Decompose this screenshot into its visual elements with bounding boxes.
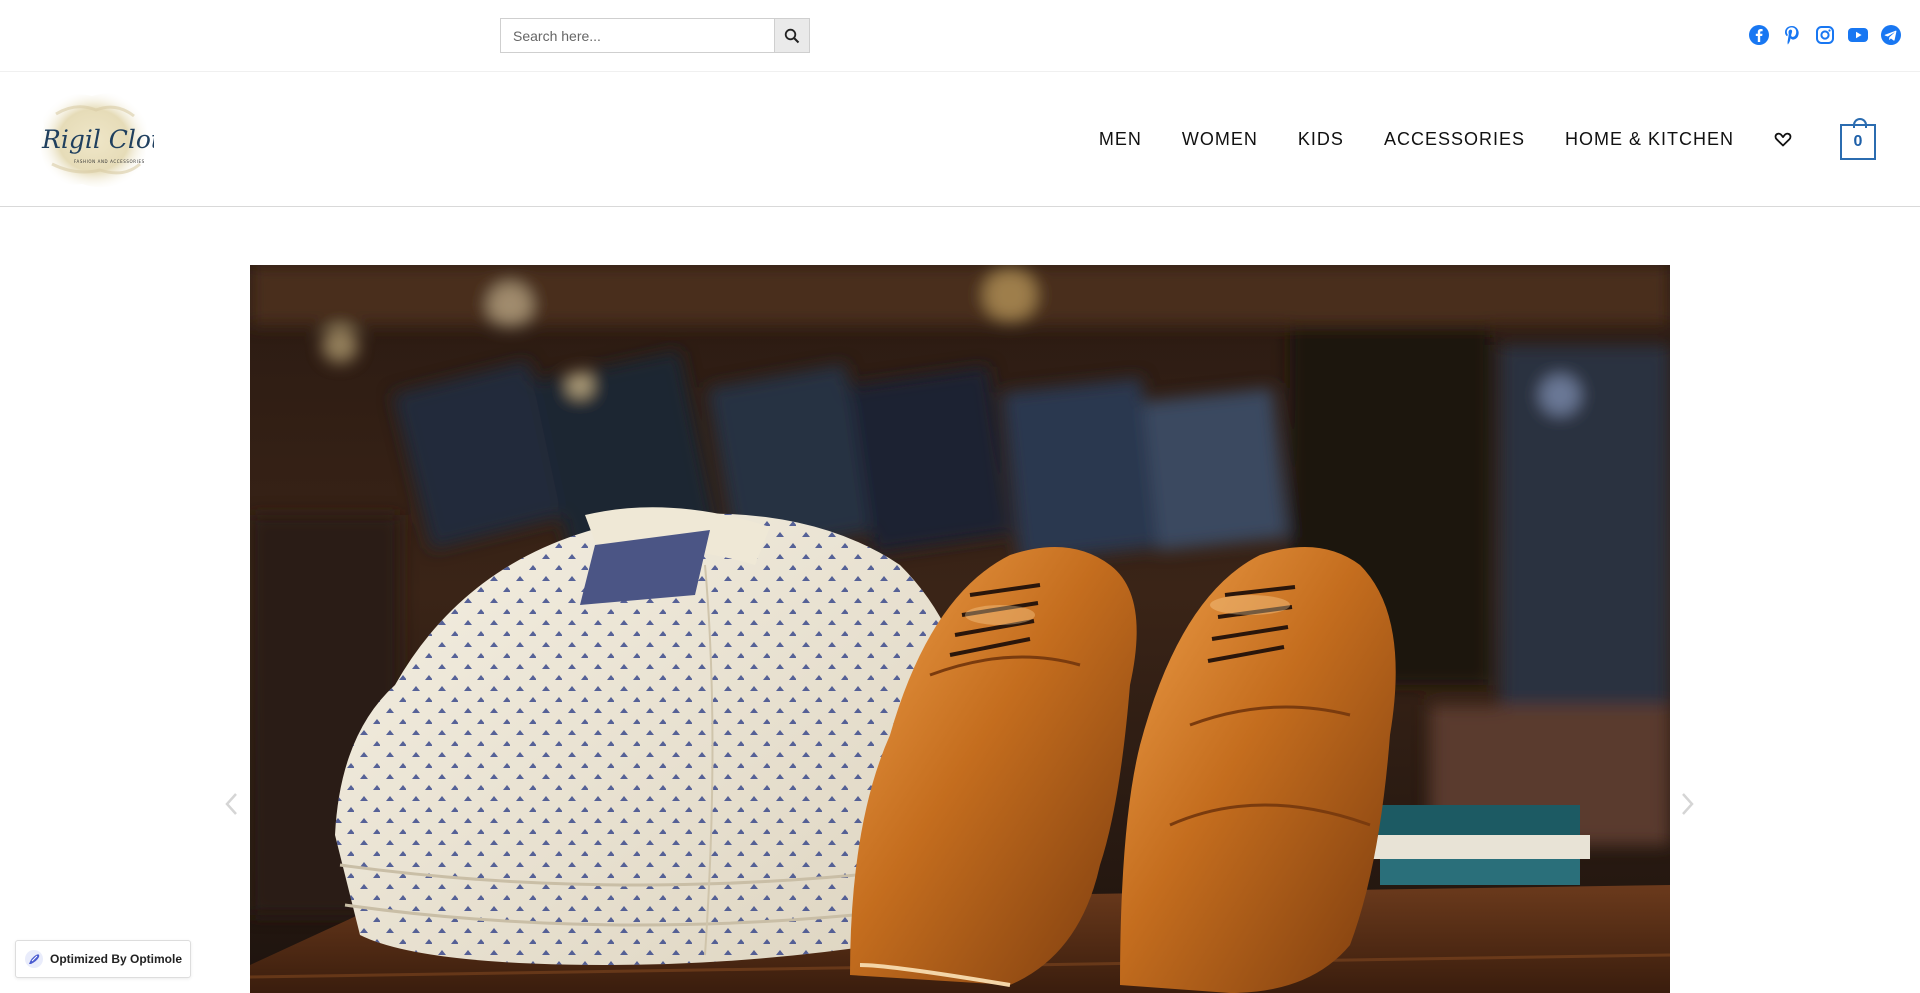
chevron-left-icon bbox=[225, 793, 237, 815]
slider-next-button[interactable] bbox=[1677, 790, 1697, 818]
nav-item-home-kitchen[interactable]: HOME & KITCHEN bbox=[1565, 129, 1734, 150]
telegram-icon[interactable] bbox=[1880, 24, 1902, 46]
slider-prev-button[interactable] bbox=[222, 790, 242, 818]
heart-icon bbox=[1774, 132, 1792, 147]
optimole-badge[interactable]: Optimized By Optimole bbox=[15, 940, 192, 978]
main-nav: MEN WOMEN KIDS ACCESSORIES HOME & KITCHE… bbox=[1099, 72, 1734, 207]
top-bar bbox=[0, 0, 1920, 72]
logo-text: Rigil Clothing bbox=[41, 125, 154, 154]
nav-item-accessories[interactable]: ACCESSORIES bbox=[1384, 129, 1525, 150]
nav-item-kids[interactable]: KIDS bbox=[1298, 129, 1344, 150]
chevron-right-icon bbox=[1682, 793, 1694, 815]
cart-count: 0 bbox=[1853, 133, 1863, 150]
youtube-icon[interactable] bbox=[1847, 24, 1869, 46]
nav-item-men[interactable]: MEN bbox=[1099, 129, 1142, 150]
optimole-logo-icon bbox=[25, 950, 43, 968]
wishlist-button[interactable] bbox=[1773, 129, 1793, 149]
search-form bbox=[500, 18, 810, 53]
search-icon bbox=[784, 28, 800, 43]
hero-slide-image bbox=[250, 265, 1670, 993]
optimole-label: Optimized By Optimole bbox=[50, 952, 183, 966]
cart-button[interactable]: 0 bbox=[1840, 118, 1876, 160]
facebook-icon[interactable] bbox=[1748, 24, 1770, 46]
pinterest-icon[interactable] bbox=[1781, 24, 1803, 46]
search-input[interactable] bbox=[500, 18, 774, 53]
social-links bbox=[1748, 24, 1902, 46]
instagram-icon[interactable] bbox=[1814, 24, 1836, 46]
nav-item-women[interactable]: WOMEN bbox=[1182, 129, 1258, 150]
search-button[interactable] bbox=[774, 18, 810, 53]
logo-tagline: FASHION AND ACCESSORIES bbox=[74, 159, 145, 164]
site-logo[interactable]: Rigil Clothing FASHION AND ACCESSORIES bbox=[36, 84, 217, 194]
site-header: Rigil Clothing FASHION AND ACCESSORIES M… bbox=[0, 72, 1920, 207]
